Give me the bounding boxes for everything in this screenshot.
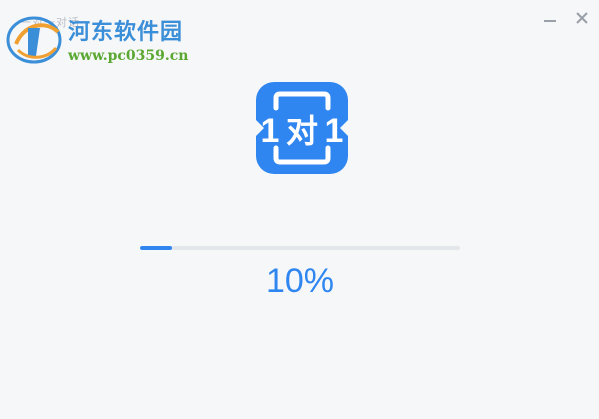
one-to-one-logo-icon: 1 对 1 xyxy=(256,82,348,174)
minimize-button[interactable] xyxy=(540,8,560,28)
installer-window: 一对一对话 河东软件园 www.pc0359.cn 1 对 1 10% xyxy=(0,0,599,419)
close-icon xyxy=(576,12,588,24)
progress-percentage: 10% xyxy=(265,262,335,300)
watermark: 河东软件园 www.pc0359.cn xyxy=(6,10,226,70)
logo-right-digit: 1 xyxy=(325,112,344,150)
watermark-site-name: 河东软件园 xyxy=(68,19,184,45)
logo-left-digit: 1 xyxy=(261,112,280,150)
watermark-logo-icon xyxy=(6,16,62,64)
watermark-url: www.pc0359.cn xyxy=(68,48,189,64)
close-button[interactable] xyxy=(572,8,592,28)
progress-fill xyxy=(140,246,172,250)
minimize-icon xyxy=(544,20,556,22)
progress-track xyxy=(140,246,460,250)
logo-center-text: 对 xyxy=(286,112,318,150)
